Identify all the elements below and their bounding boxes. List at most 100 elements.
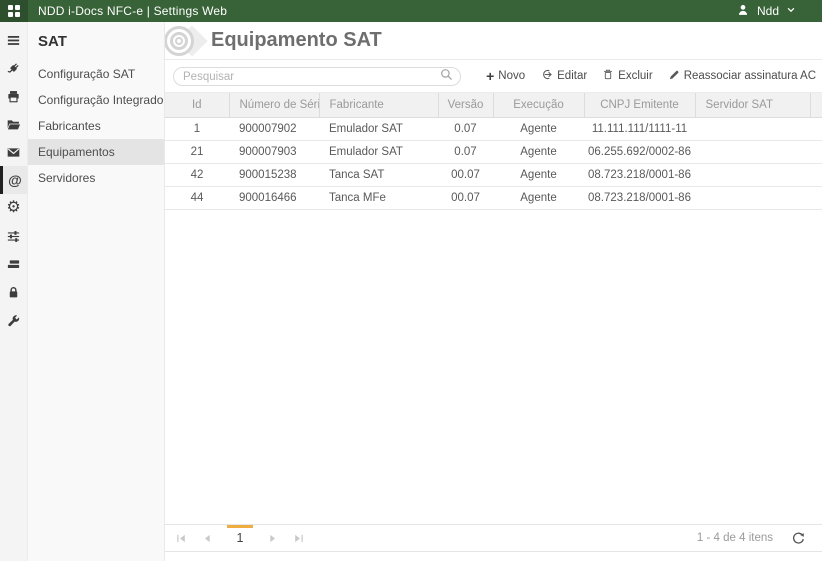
plug-icon — [7, 62, 19, 73]
column-header-numero-serie[interactable]: Número de Série — [228, 92, 319, 118]
cell-cnpj-emitente: 08.723.218/0001-86 — [584, 163, 695, 187]
cell-versao: 0.07 — [438, 117, 493, 141]
rail-item-plug[interactable] — [0, 54, 27, 82]
cell-versao: 00.07 — [438, 186, 493, 210]
previous-page-icon — [204, 534, 210, 542]
edit-icon — [540, 68, 553, 84]
pager-summary: 1 - 4 de 4 itens — [696, 532, 773, 544]
cell-cnpj-emitente: 11.111.111/1111-11 — [584, 117, 695, 141]
sidebar-item-servidores[interactable]: Servidores — [28, 165, 164, 191]
trash-icon — [602, 68, 614, 84]
cell-numero-serie: 900007903 — [229, 140, 319, 164]
rail-item-lock[interactable] — [0, 278, 27, 306]
equipment-grid: Id Número de Série Fabricante Versão Execuçã… — [165, 92, 822, 210]
table-row[interactable]: 21 900007903 Emulador SAT 0.07 Agente 06.255.… — [165, 140, 822, 164]
previous-page-button[interactable] — [201, 525, 214, 551]
rail-item-at[interactable]: @ — [0, 166, 27, 194]
folder-open-icon — [7, 119, 21, 129]
cell-numero-serie: 900015238 — [229, 163, 319, 187]
sidebar-item-configuracao-integrador[interactable]: Configuração Integrador — [28, 87, 164, 113]
printer-icon — [8, 90, 19, 102]
cell-cnpj-emitente: 08.723.218/0001-86 — [584, 186, 695, 210]
rail-item-wrench[interactable] — [0, 306, 27, 334]
sidebar-title: SAT — [38, 33, 67, 50]
refresh-icon — [792, 532, 804, 544]
column-header-execucao[interactable]: Execução — [492, 92, 584, 118]
column-header-id[interactable]: Id — [165, 92, 229, 118]
cell-servidor-sat — [695, 163, 810, 187]
user-icon — [736, 3, 750, 20]
cell-fabricante: Tanca SAT — [319, 163, 438, 187]
column-header-versao[interactable]: Versão — [437, 92, 493, 118]
page-title: Equipamento SAT — [211, 29, 382, 51]
sidebar-item-equipamentos[interactable]: Equipamentos — [28, 139, 164, 165]
cell-servidor-sat — [695, 140, 810, 164]
cell-numero-serie: 900007902 — [229, 117, 319, 141]
cell-versao: 0.07 — [438, 140, 493, 164]
cell-id: 44 — [165, 186, 229, 210]
cell-spacer — [810, 186, 822, 210]
excluir-button[interactable]: Excluir — [602, 68, 653, 84]
rail-item-servers[interactable] — [0, 250, 27, 278]
cell-cnpj-emitente: 06.255.692/0002-86 — [584, 140, 695, 164]
waffle-icon — [8, 5, 20, 17]
column-header-servidor-sat[interactable]: Servidor SAT — [694, 92, 810, 118]
editar-button[interactable]: Editar — [540, 68, 587, 84]
page-logo-icon — [165, 22, 209, 59]
rail-item-sliders[interactable] — [0, 222, 27, 250]
current-page-button[interactable]: 1 — [227, 525, 253, 551]
rail-item-folder[interactable] — [0, 110, 27, 138]
cell-servidor-sat — [695, 117, 810, 141]
column-header-fabricante[interactable]: Fabricante — [318, 92, 438, 118]
gear-icon: ⚙ — [6, 199, 21, 216]
search-box — [173, 67, 461, 86]
search-icon[interactable] — [440, 68, 453, 86]
cell-fabricante: Emulador SAT — [319, 117, 438, 141]
table-row[interactable]: 1 900007902 Emulador SAT 0.07 Agente 11.111.1… — [165, 117, 822, 141]
grid-header-row: Id Número de Série Fabricante Versão Execuçã… — [165, 92, 822, 118]
cell-id: 1 — [165, 117, 229, 141]
next-page-button[interactable] — [266, 525, 279, 551]
first-page-button[interactable] — [175, 525, 188, 551]
cell-id: 42 — [165, 163, 229, 187]
app-title: NDD i-Docs NFC-e | Settings Web — [38, 4, 228, 18]
top-bar: NDD i-Docs NFC-e | Settings Web Ndd — [0, 0, 822, 22]
sidebar-item-configuracao-sat[interactable]: Configuração SAT — [28, 61, 164, 87]
pager: 1 1 - 4 de 4 itens — [165, 524, 822, 552]
plus-icon: + — [486, 68, 495, 84]
rail-item-printer[interactable] — [0, 82, 27, 110]
pencil-icon — [668, 69, 680, 84]
servers-icon — [7, 259, 20, 268]
cell-execucao: Agente — [493, 117, 584, 141]
column-header-spacer[interactable] — [809, 92, 822, 118]
rail-item-gear[interactable]: ⚙ — [0, 194, 27, 222]
novo-button[interactable]: + Novo — [486, 69, 525, 83]
cell-servidor-sat — [695, 186, 810, 210]
user-menu[interactable]: Ndd — [736, 3, 822, 20]
sidebar-item-fabricantes[interactable]: Fabricantes — [28, 113, 164, 139]
chevron-down-icon — [786, 4, 796, 18]
rail-item-mail[interactable] — [0, 138, 27, 166]
wrench-icon — [8, 314, 20, 326]
last-page-button[interactable] — [292, 525, 305, 551]
search-input[interactable] — [183, 70, 440, 83]
cell-execucao: Agente — [493, 140, 584, 164]
cell-numero-serie: 900016466 — [229, 186, 319, 210]
reassociar-assinatura-button[interactable]: Reassociar assinatura AC — [668, 69, 816, 84]
cell-spacer — [810, 163, 822, 187]
table-row[interactable]: 44 900016466 Tanca MFe 00.07 Agente 08.723.21… — [165, 186, 822, 210]
icon-rail: @ ⚙ — [0, 22, 28, 561]
app-launcher-button[interactable] — [0, 0, 28, 22]
table-row[interactable]: 42 900015238 Tanca SAT 00.07 Agente 08.723.21… — [165, 163, 822, 187]
cell-versao: 00.07 — [438, 163, 493, 187]
cell-execucao: Agente — [493, 163, 584, 187]
next-page-icon — [270, 534, 276, 542]
toolbar: + Novo Editar Excluir — [165, 60, 822, 92]
sidebar: SAT Configuração SAT Configuração Integr… — [28, 22, 165, 561]
app-window: NDD i-Docs NFC-e | Settings Web Ndd @ ⚙ … — [0, 0, 822, 561]
column-header-cnpj-emitente[interactable]: CNPJ Emitente — [583, 92, 695, 118]
sliders-icon — [7, 230, 20, 242]
refresh-button[interactable] — [791, 531, 806, 546]
at-icon: @ — [8, 172, 22, 188]
rail-item-menu[interactable] — [0, 26, 27, 54]
